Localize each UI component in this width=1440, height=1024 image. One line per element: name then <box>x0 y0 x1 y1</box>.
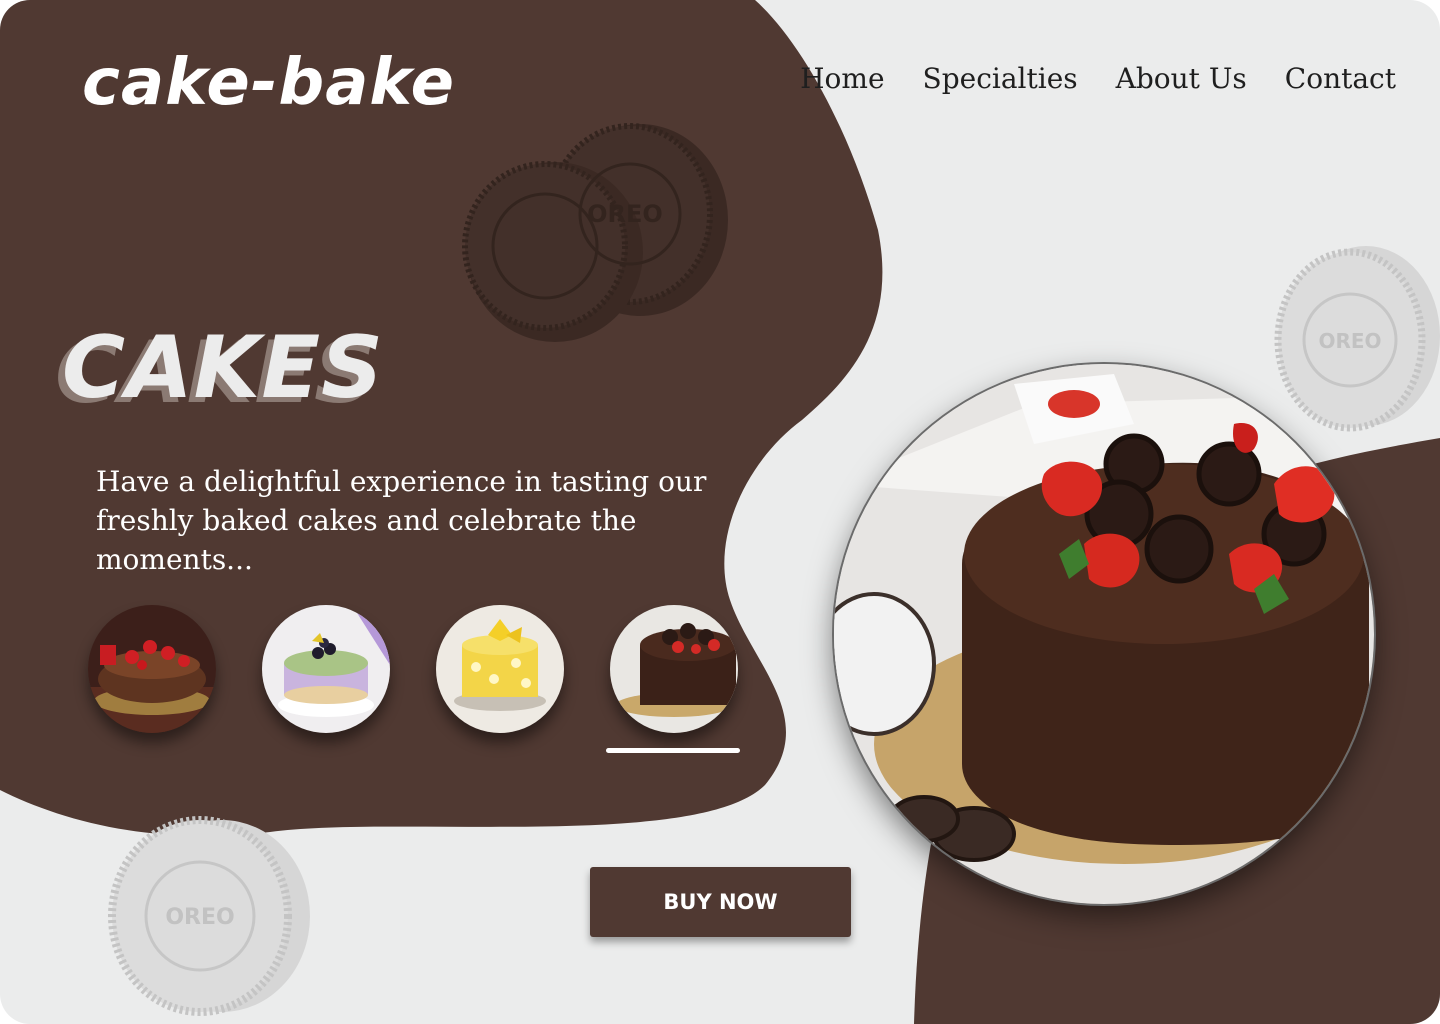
thumbnail-yellow-flower-cake[interactable] <box>436 605 564 733</box>
svg-text:OREO: OREO <box>1318 329 1381 353</box>
active-thumbnail-indicator <box>606 748 740 753</box>
thumbnail-oreo-chocolate-cake[interactable] <box>610 605 738 733</box>
oreo-chocolate-cake-illustration <box>834 364 1374 904</box>
hero-title: CAKES <box>62 318 384 418</box>
nav-item-about-us[interactable]: About Us <box>1116 62 1247 95</box>
light-cookie-bottom-left-decoration: OREO <box>108 816 310 1016</box>
dark-cookie-decoration: OREO <box>462 123 728 342</box>
nav-item-specialties[interactable]: Specialties <box>923 62 1078 95</box>
svg-text:OREO: OREO <box>165 905 234 930</box>
svg-text:OREO: OREO <box>587 200 663 228</box>
nav-item-home[interactable]: Home <box>800 62 884 95</box>
chocolate-strawberry-cake-image <box>88 605 216 733</box>
thumbnail-chocolate-strawberry-cake[interactable] <box>88 605 216 733</box>
cake-thumbnails <box>88 605 738 733</box>
light-cookie-right-decoration: OREO <box>1274 246 1440 432</box>
oreo-chocolate-cake-image <box>610 605 738 733</box>
berry-cheesecake-image <box>262 605 390 733</box>
hero-description: Have a delightful experience in tasting … <box>96 465 707 576</box>
featured-cake-image <box>834 364 1374 904</box>
yellow-flower-cake-image <box>436 605 564 733</box>
main-nav: Home Specialties About Us Contact <box>800 62 1396 95</box>
nav-item-contact[interactable]: Contact <box>1285 62 1396 95</box>
thumbnail-berry-cheesecake[interactable] <box>262 605 390 733</box>
buy-now-button[interactable]: BUY NOW <box>590 867 851 937</box>
page: cake-bake Home Specialties About Us Cont… <box>0 0 1440 1024</box>
logo[interactable]: cake-bake <box>82 46 455 120</box>
